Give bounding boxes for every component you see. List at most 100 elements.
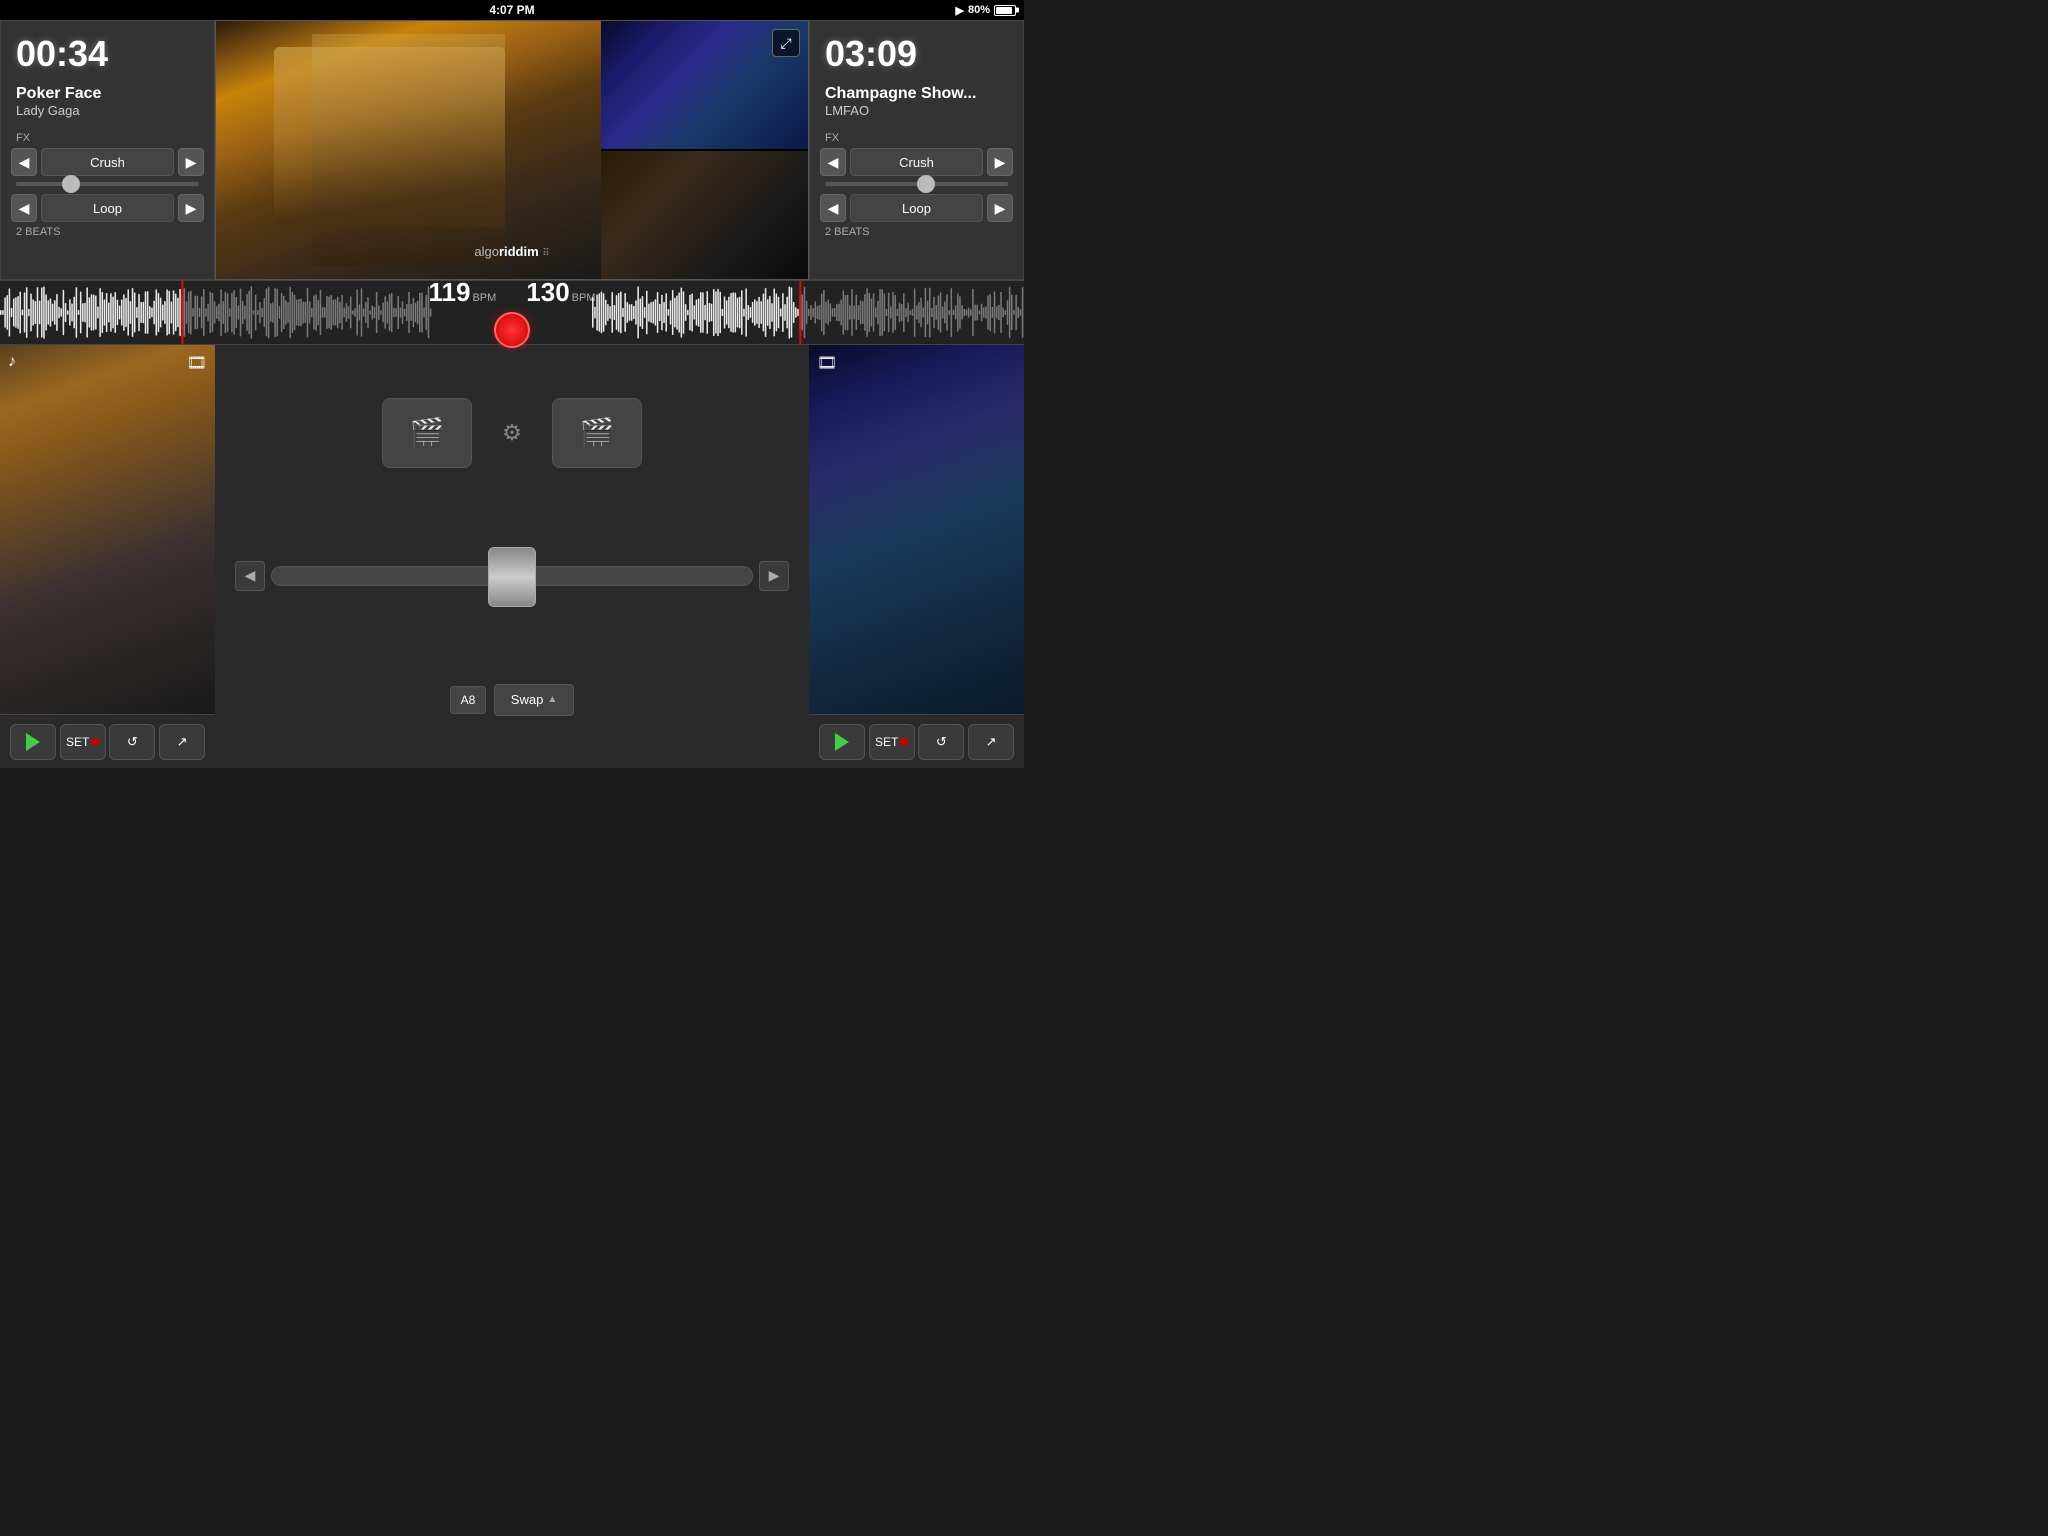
video-secondary-bottom [601,151,808,279]
left-bpm-unit: BPM [472,292,496,304]
video-main-player [216,21,601,279]
swap-button[interactable]: Swap ▲ [494,684,574,716]
deck-left-loop-button[interactable]: ↺ [109,724,155,760]
deck-left-controls: SET ↺ ↗ [0,714,215,768]
status-bar: 4:07 PM ▶ 80% [0,0,1024,20]
crossfader-thumb[interactable] [488,547,536,607]
deck-right-loop-next-button[interactable]: ▶ [987,194,1013,222]
deck-right-bottom: 🎞 SET ↺ ↗ [809,345,1024,768]
deck-left-play-button[interactable] [10,724,56,760]
status-time: 4:07 PM [489,3,534,17]
deck-left-title: Poker Face [16,85,204,103]
crossfader-track[interactable] [271,566,753,586]
deck-left-set-button[interactable]: SET [60,724,106,760]
deck-left-fx-prev-button[interactable]: ◀ [11,148,37,176]
bpm-row: 119 BPM 130 BPM [428,277,595,308]
deck-right-play-triangle [835,733,849,751]
deck-right-fx-name: Crush [850,148,983,176]
right-media-button[interactable]: 🎬 [552,398,642,468]
deck-right-fx-slider-thumb[interactable] [917,175,935,193]
bottom-section: ♪ 🎞 SET ↺ ↗ 🎬 ⚙ [0,345,1024,768]
right-bpm-value: 130 [526,277,569,308]
ab-label: A8 [461,693,476,707]
swap-chevron-icon: ▲ [547,694,557,705]
left-bpm-display: 119 BPM [428,277,496,308]
waveform-left-svg [0,281,432,344]
deck-left-thumbnail: ♪ 🎞 [0,345,215,714]
deck-left-fx-name: Crush [41,148,174,176]
deck-right-fx-row: ◀ Crush ▶ [820,148,1013,176]
deck-left-artist: Lady Gaga [16,103,204,118]
crossfader-row: ◀ ▶ [225,561,799,591]
swap-label: Swap [511,692,544,707]
deck-left-loop-prev-button[interactable]: ◀ [11,194,37,222]
media-buttons-row: 🎬 ⚙ 🎬 [382,398,642,468]
deck-left-fx-slider-thumb[interactable] [62,175,80,193]
deck-left-fx-next-button[interactable]: ▶ [178,148,204,176]
deck-left-loop-row: ◀ Loop ▶ [11,194,204,222]
center-bottom: 🎬 ⚙ 🎬 ◀ ▶ A8 Swap ▲ [215,345,809,768]
deck-right-play-button[interactable] [819,724,865,760]
deck-right-set-button[interactable]: SET [869,724,915,760]
battery-icon [994,5,1016,16]
play-icon: ▶ [956,4,964,17]
deck-right-loop-row: ◀ Loop ▶ [820,194,1013,222]
deck-right-set-dot [900,738,908,746]
crossfader-right-arrow[interactable]: ▶ [759,561,789,591]
record-button[interactable] [494,312,530,348]
deck-right-fx-label: FX [820,132,839,144]
deck-right-fx-slider-track[interactable] [825,182,1008,186]
deck-left-fx-slider[interactable] [11,182,204,186]
deck-right-thumbnail: 🎞 [809,345,1024,714]
deck-right-title: Champagne Show... [825,85,1013,103]
deck-left-loop-next-button[interactable]: ▶ [178,194,204,222]
deck-left-beats-label: 2 BEATS [11,226,60,238]
deck-left-set-dot [91,738,99,746]
deck-right-fx-slider[interactable] [820,182,1013,186]
left-media-icon: 🎬 [410,416,445,449]
status-right: ▶ 80% [956,4,1017,17]
settings-button[interactable]: ⚙ [492,413,532,453]
ab-badge: A8 [450,686,486,714]
deck-left-panel: 00:34 Poker Face Lady Gaga FX ◀ Crush ▶ … [0,20,215,280]
deck-right-track-info: Champagne Show... LMFAO [820,85,1013,118]
deck-right-set-label: SET [875,735,898,749]
deck-right-loop-name: Loop [850,194,983,222]
deck-left-bottom: ♪ 🎞 SET ↺ ↗ [0,345,215,768]
deck-left-fx-slider-track[interactable] [16,182,199,186]
deck-right-panel: 03:09 Champagne Show... LMFAO FX ◀ Crush… [809,20,1024,280]
swap-row: A8 Swap ▲ [450,684,574,716]
deck-right-fx-next-button[interactable]: ▶ [987,148,1013,176]
video-expand-button[interactable]: ⤢ [772,29,800,57]
deck-left-music-icon: ♪ [8,353,28,373]
deck-right-film-icon: 🎞 [817,353,837,373]
battery-percent: 80% [968,4,990,16]
right-media-icon: 🎬 [580,416,615,449]
deck-left-track-info: Poker Face Lady Gaga [11,85,204,118]
deck-left-fx-label: FX [11,132,30,144]
deck-left-film-icon: 🎞 [187,353,207,373]
video-secondary-player [601,21,808,279]
top-section: 00:34 Poker Face Lady Gaga FX ◀ Crush ▶ … [0,20,1024,280]
waveform-section: algoriddim ⠿ 119 BPM 130 BPM [0,280,1024,345]
deck-left-loop-name: Loop [41,194,174,222]
left-media-button[interactable]: 🎬 [382,398,472,468]
deck-left-scratch-button[interactable]: ↗ [159,724,205,760]
deck-left-timer: 00:34 [11,33,108,75]
deck-right-scratch-button[interactable]: ↗ [968,724,1014,760]
deck-right-fx-prev-button[interactable]: ◀ [820,148,846,176]
waveform-left[interactable] [0,281,432,344]
deck-right-loop-prev-button[interactable]: ◀ [820,194,846,222]
waveform-right-svg [592,281,1024,344]
center-bpm-area: algoriddim ⠿ 119 BPM 130 BPM [432,272,592,353]
main-layout: 00:34 Poker Face Lady Gaga FX ◀ Crush ▶ … [0,20,1024,768]
deck-right-beats-label: 2 BEATS [820,226,869,238]
crossfader-left-arrow[interactable]: ◀ [235,561,265,591]
center-video: ⤢ [215,20,809,280]
deck-right-timer: 03:09 [820,33,917,75]
deck-right-controls: SET ↺ ↗ [809,714,1024,768]
left-bpm-value: 119 [428,277,470,308]
deck-right-artist: LMFAO [825,103,1013,118]
waveform-right[interactable] [592,281,1024,344]
deck-right-loop-button[interactable]: ↺ [918,724,964,760]
